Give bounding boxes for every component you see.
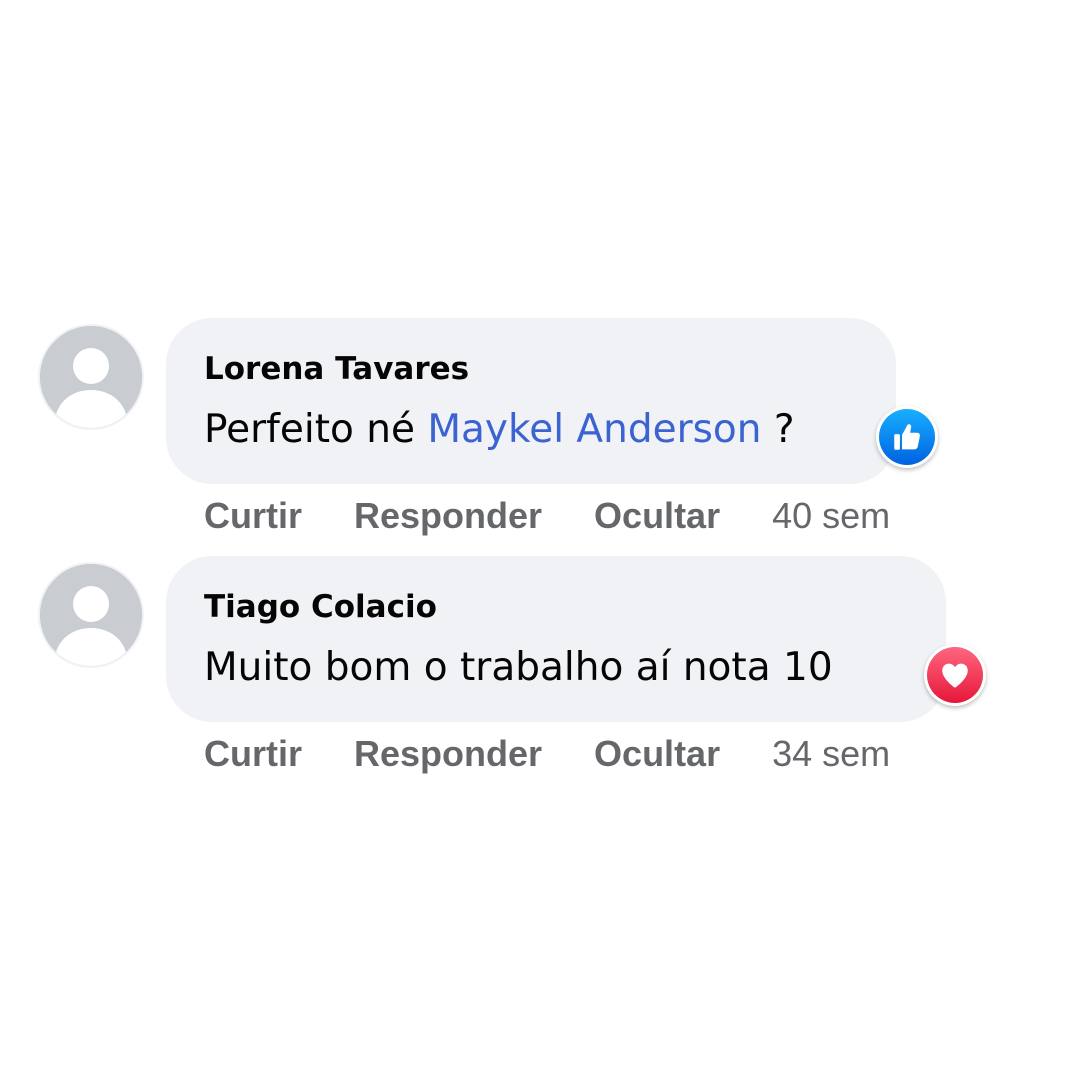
comment-timestamp[interactable]: 34 sem [772, 733, 890, 775]
reaction-badge[interactable] [876, 406, 938, 468]
comment-actions: Curtir Responder Ocultar 34 sem [204, 732, 890, 776]
hide-action[interactable]: Ocultar [594, 733, 720, 775]
like-action[interactable]: Curtir [204, 733, 302, 775]
reply-action[interactable]: Responder [354, 495, 542, 537]
default-user-icon [40, 564, 142, 666]
reply-action[interactable]: Responder [354, 733, 542, 775]
mention-link[interactable]: Maykel Anderson [427, 407, 761, 452]
avatar[interactable] [40, 564, 142, 666]
comment-text-part: Perfeito né [204, 407, 428, 452]
comment-text: Perfeito né Maykel Anderson ? [204, 404, 858, 456]
hide-action[interactable]: Ocultar [594, 495, 720, 537]
like-action[interactable]: Curtir [204, 495, 302, 537]
like-icon [879, 409, 935, 465]
comment-text-part: ? [761, 407, 795, 452]
comment-text-part: Muito bom o trabalho aí nota 10 [204, 645, 833, 690]
comment-bubble: Lorena Tavares Perfeito né Maykel Anders… [166, 318, 896, 484]
comment-actions: Curtir Responder Ocultar 40 sem [204, 494, 890, 538]
default-user-icon [40, 326, 142, 428]
comments-section: Lorena Tavares Perfeito né Maykel Anders… [0, 0, 1080, 1080]
comment-text: Muito bom o trabalho aí nota 10 [204, 642, 908, 694]
heart-icon [927, 647, 983, 703]
avatar[interactable] [40, 326, 142, 428]
comment-bubble: Tiago Colacio Muito bom o trabalho aí no… [166, 556, 946, 722]
comment-author[interactable]: Lorena Tavares [204, 348, 858, 390]
comment-author[interactable]: Tiago Colacio [204, 586, 908, 628]
reaction-badge[interactable] [924, 644, 986, 706]
comment-timestamp[interactable]: 40 sem [772, 495, 890, 537]
